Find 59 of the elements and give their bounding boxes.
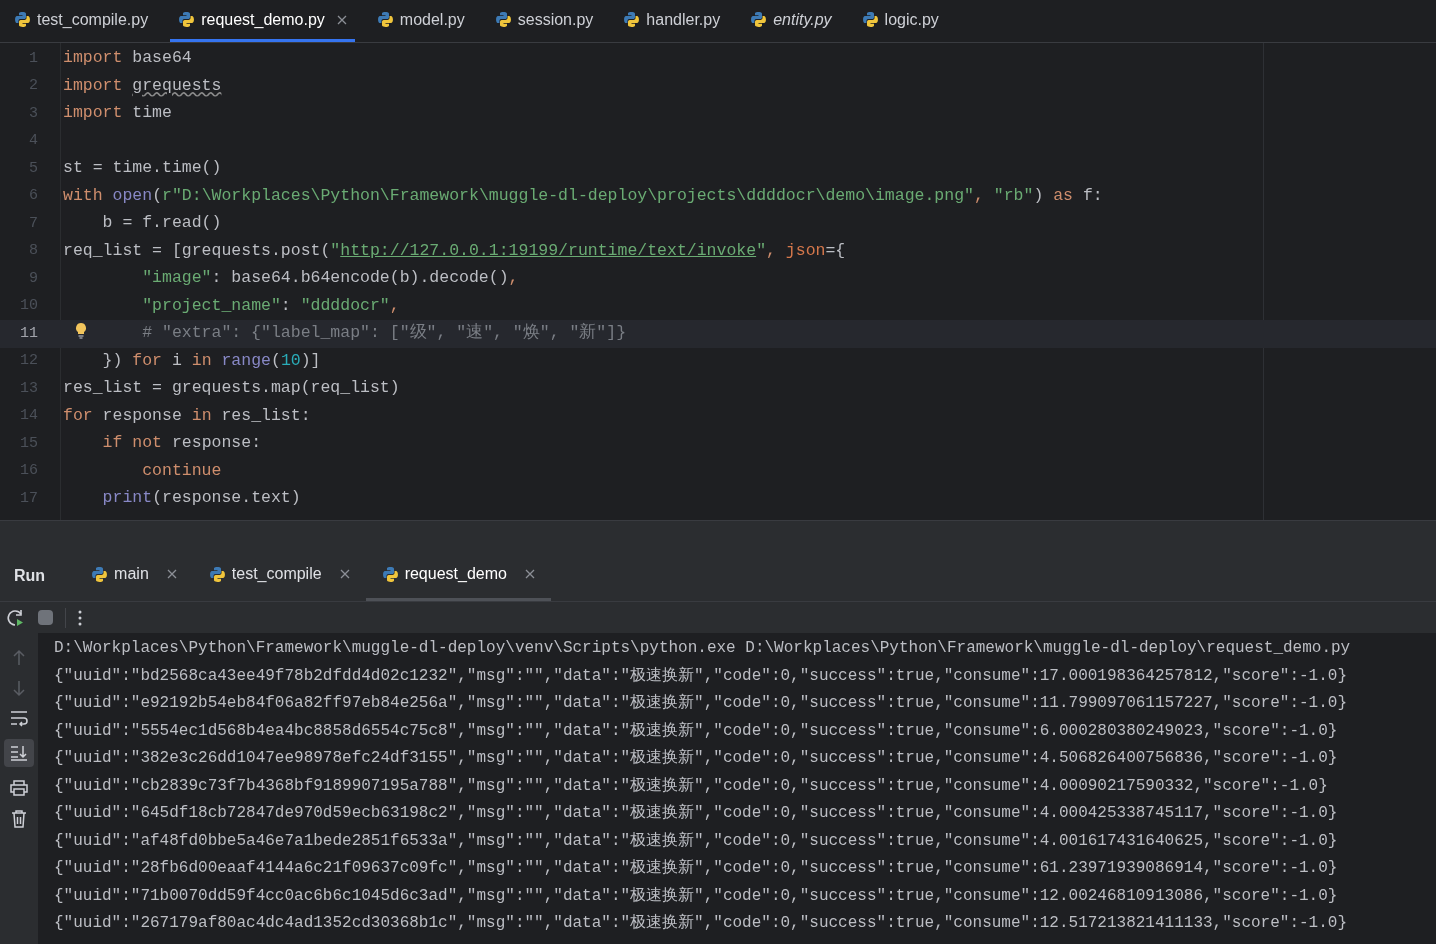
code-line: import time xyxy=(63,102,172,125)
python-file-icon xyxy=(14,11,31,28)
soft-wrap-icon[interactable] xyxy=(9,709,29,727)
editor-tab[interactable]: test_compile.py xyxy=(6,0,157,42)
console-output-line: {"uuid":"645df18cb72847de970d59ecb63198c2","msg":"","data":"极速换新","code":0,"success":true,"consume":4.000425338745117,"score":-1.0} xyxy=(54,802,1338,824)
rerun-icon[interactable] xyxy=(6,607,26,628)
code-line: b = f.read() xyxy=(101,212,222,235)
console-output-line: D:\Workplaces\Python\Framework\muggle-dl-deploy\venv\Scripts\python.exe D:\Workplaces\Python\Framework\muggle-dl-deploy\request_demo.py xyxy=(54,638,1351,659)
console-output-line: {"uuid":"5554ec1d568b4ea4bc8858d6554c75c8","msg":"","data":"极速换新","code":0,"success":true,"consume":6.000280380249023,"score":-1.0} xyxy=(54,720,1338,742)
code-line: with open(r"D:\Workplaces\Python\Framework\muggle-dl-deploy\projects\ddddocr\demo\image.png", "rb") as f: xyxy=(63,184,1103,207)
python-file-icon xyxy=(750,11,768,28)
console-output-line: {"uuid":"28fb6d00eaaf4144a6c21f09637c09fc","msg":"","data":"极速换新","code":0,"success":true,"consume":61.23971939086914,"score":-1.0} xyxy=(54,857,1338,879)
python-file-icon xyxy=(208,565,226,583)
code-line: if not response: xyxy=(101,432,262,455)
editor-tab[interactable]: model.py xyxy=(368,0,473,42)
trash-icon[interactable] xyxy=(10,809,28,829)
code-line: for response in res_list: xyxy=(63,404,311,427)
code-line: "project_name": "ddddocr", xyxy=(141,294,400,317)
console-output-line: {"uuid":"cb2839c73f7b4368bf9189907195a788","msg":"","data":"极速换新","code":0,"success":true,"consume":4.00090217590332,"score":-1.0} xyxy=(54,775,1328,797)
close-icon[interactable] xyxy=(524,569,535,579)
code-line: }) for i in range(10)] xyxy=(101,349,321,372)
more-options-icon[interactable] xyxy=(78,609,82,626)
line-number: 11 xyxy=(19,323,38,344)
python-file-icon xyxy=(494,11,512,28)
python-file-icon xyxy=(178,11,196,28)
python-file-icon xyxy=(861,11,879,28)
code-line: import base64 xyxy=(63,47,192,70)
print-icon[interactable] xyxy=(9,779,29,797)
code-line: # "extra": {"label_map": ["级", "速", "焕", "新"]} xyxy=(142,322,627,345)
console-output-line: {"uuid":"e92192b54eb84f06a82ff97eb84e256a","msg":"","data":"极速换新","code":0,"success":true,"consume":11.799097061157227,"score":-1.0} xyxy=(54,692,1347,714)
code-line: continue xyxy=(141,459,222,482)
lightbulb-icon[interactable] xyxy=(75,322,87,340)
editor-tab[interactable]: handler.py xyxy=(615,0,729,42)
console-output-line: {"uuid":"af48fd0bbe5a46e7a1bede2851f6533a","msg":"","data":"极速换新","code":0,"success":true,"consume":4.001617431640625,"score":-1.0} xyxy=(54,830,1338,852)
code-line: req_list = [grequests.post("http://127.0.0.1:19199/runtime/text/invoke", json={ xyxy=(63,239,846,262)
editor-tab[interactable]: session.py xyxy=(486,0,602,42)
code-line: import grequests xyxy=(63,74,222,97)
close-icon[interactable] xyxy=(339,569,350,579)
console-output-line: {"uuid":"267179af80ac4dc4ad1352cd30368b1c","msg":"","data":"极速换新","code":0,"success":true,"consume":12.517213821411133,"score":-1.0} xyxy=(54,912,1347,934)
python-file-icon xyxy=(381,565,399,583)
run-tab[interactable]: test_compile xyxy=(192,550,366,601)
python-file-icon xyxy=(623,11,641,28)
editor-tab[interactable]: logic.py xyxy=(853,0,947,42)
panel-title: Run xyxy=(14,565,46,586)
close-icon[interactable] xyxy=(336,14,347,25)
console-output-line: {"uuid":"bd2568ca43ee49f78b2dfdd4d02c1232","msg":"","data":"极速换新","code":0,"success":true,"consume":17.000198364257812,"score":-1.0} xyxy=(54,665,1347,687)
run-tab[interactable]: main xyxy=(75,550,193,601)
code-line: print(response.text) xyxy=(101,487,301,510)
close-icon[interactable] xyxy=(166,569,177,579)
scroll-to-end-icon xyxy=(9,744,29,762)
console-output-line: {"uuid":"71b0070dd59f4cc0ac6b6c1045d6c3ad","msg":"","data":"极速换新","code":0,"success":true,"consume":12.00246810913086,"score":-1.0} xyxy=(54,885,1338,907)
python-file-icon xyxy=(376,11,394,28)
scroll-to-end-button[interactable] xyxy=(4,739,34,767)
editor-tab[interactable]: entity.py xyxy=(742,0,840,42)
code-line: res_list = grequests.map(req_list) xyxy=(63,377,400,400)
python-file-icon xyxy=(91,565,109,583)
console-output-line: {"uuid":"382e3c26dd1047ee98978efc24df3155","msg":"","data":"极速换新","code":0,"success":true,"consume":4.506826400756836,"score":-1.0} xyxy=(54,747,1338,769)
code-line: "image": base64.b64encode(b).decode(), xyxy=(141,267,519,290)
code-line: st = time.time() xyxy=(63,157,222,180)
